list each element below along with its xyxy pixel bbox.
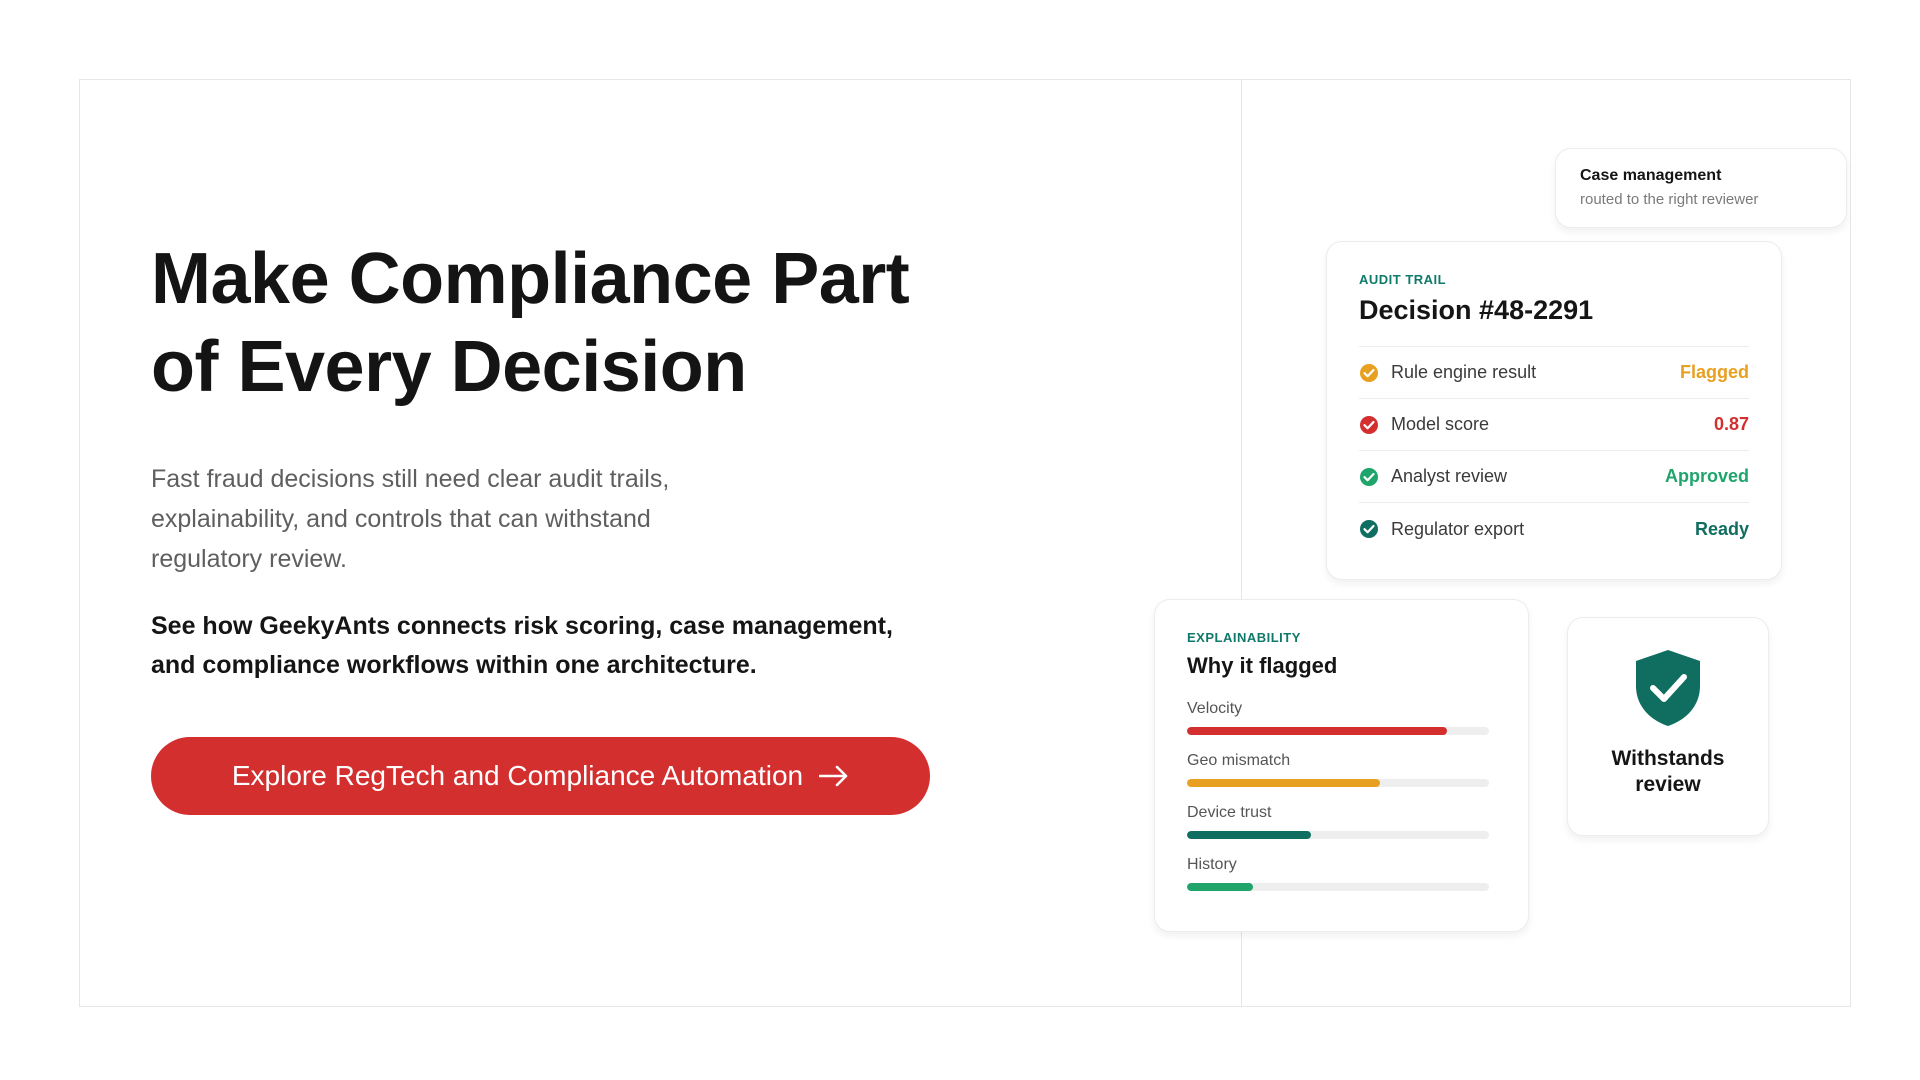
factor-bars: Velocity Geo mismatch Device trust Histo… <box>1187 693 1496 901</box>
factor-label: Velocity <box>1187 700 1243 717</box>
audit-row-analyst-review: Analyst review Approved <box>1359 451 1749 503</box>
audit-row-label: Regulator export <box>1391 518 1525 539</box>
explain-card-title: Why it flagged <box>1187 653 1338 678</box>
check-circle-icon <box>1360 520 1378 538</box>
factor-fill <box>1187 831 1311 839</box>
hero-section: Make Compliance Part of Every Decision F… <box>151 235 951 685</box>
explainability-card: EXPLAINABILITY Why it flagged Velocity G… <box>1154 599 1529 932</box>
audit-row-model-score: Model score 0.87 <box>1359 399 1749 451</box>
explore-regtech-button[interactable]: Explore RegTech and Compliance Automatio… <box>151 737 930 815</box>
shield-check-icon <box>1636 650 1700 726</box>
audit-row-value: 0.87 <box>1713 414 1749 434</box>
page-title: Make Compliance Part of Every Decision <box>151 235 951 411</box>
factor-track <box>1187 883 1489 891</box>
arrow-right-icon <box>819 765 848 787</box>
audit-row-value: Ready <box>1694 518 1749 539</box>
check-circle-icon <box>1360 363 1378 382</box>
title-line-2: of Every Decision <box>151 327 747 407</box>
audit-row-label: Model score <box>1391 414 1490 434</box>
factor-label: History <box>1187 856 1237 873</box>
audit-trail-card: AUDIT TRAIL Decision #48-2291 Rule engin… <box>1326 241 1782 580</box>
factor-fill <box>1187 883 1254 891</box>
explain-card-label: EXPLAINABILITY <box>1187 630 1301 645</box>
case-card-subtitle: routed to the right reviewer <box>1580 191 1759 208</box>
factor-fill <box>1187 779 1381 787</box>
title-line-1: Make Compliance Part <box>151 239 910 319</box>
audit-row-regulator-export: Regulator export Ready <box>1359 503 1749 555</box>
explore-button-label: Explore RegTech and Compliance Automatio… <box>231 760 804 791</box>
factor-track <box>1187 727 1489 735</box>
audit-row-value: Approved <box>1664 466 1749 486</box>
factor-track <box>1187 831 1489 839</box>
check-circle-icon <box>1360 467 1378 486</box>
factor-geo-mismatch: Geo mismatch <box>1187 745 1496 797</box>
factor-history: History <box>1187 849 1496 901</box>
factor-label: Geo mismatch <box>1187 752 1291 769</box>
hero-description: Fast fraud decisions still need clear au… <box>151 465 670 573</box>
audit-row-label: Rule engine result <box>1391 362 1537 382</box>
case-management-card: Case management routed to the right revi… <box>1555 148 1847 228</box>
factor-fill <box>1187 727 1447 735</box>
audit-row-label: Analyst review <box>1391 466 1508 486</box>
shield-caption: Withstands review <box>1611 747 1725 796</box>
audit-card-title: Decision #48-2291 <box>1359 295 1594 325</box>
case-card-title: Case management <box>1580 167 1722 184</box>
factor-label: Device trust <box>1187 804 1272 821</box>
check-circle-icon <box>1360 415 1378 434</box>
factor-device-trust: Device trust <box>1187 797 1496 849</box>
factor-velocity: Velocity <box>1187 693 1496 745</box>
withstands-review-card: Withstands review <box>1567 617 1769 836</box>
audit-rows: Rule engine result Flagged Model score 0… <box>1359 346 1749 555</box>
hero-cta-text: See how GeekyAnts connects risk scoring,… <box>151 612 893 679</box>
audit-card-label: AUDIT TRAIL <box>1359 272 1447 287</box>
audit-row-rule-engine: Rule engine result Flagged <box>1359 347 1749 399</box>
audit-row-value: Flagged <box>1679 362 1749 382</box>
factor-track <box>1187 779 1489 787</box>
